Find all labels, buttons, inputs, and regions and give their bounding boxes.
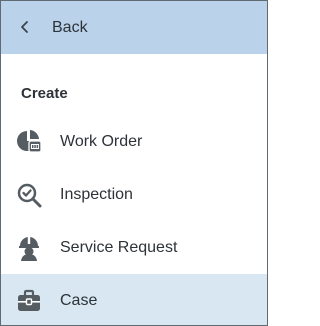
menu-item-label: Service Request (60, 239, 178, 256)
navigation-panel: Back Create Work Order Inspection Servic… (0, 0, 268, 326)
menu-item-work-order[interactable]: Work Order (1, 115, 267, 168)
back-button[interactable]: Back (1, 1, 267, 54)
menu-item-inspection[interactable]: Inspection (1, 168, 267, 221)
work-order-icon (17, 130, 42, 153)
menu-item-label: Work Order (60, 133, 143, 150)
service-request-icon (19, 237, 39, 261)
inspection-icon (17, 183, 42, 208)
section-title: Create (21, 85, 68, 102)
back-label: Back (52, 19, 88, 36)
menu-item-label: Case (60, 292, 98, 309)
menu-item-case[interactable]: Case (1, 274, 267, 325)
menu-item-label: Inspection (60, 186, 133, 203)
create-menu: Work Order Inspection Service Request Ca… (1, 115, 267, 325)
chevron-left-icon (21, 21, 28, 33)
briefcase-icon (18, 289, 40, 311)
menu-item-service-request[interactable]: Service Request (1, 221, 267, 274)
